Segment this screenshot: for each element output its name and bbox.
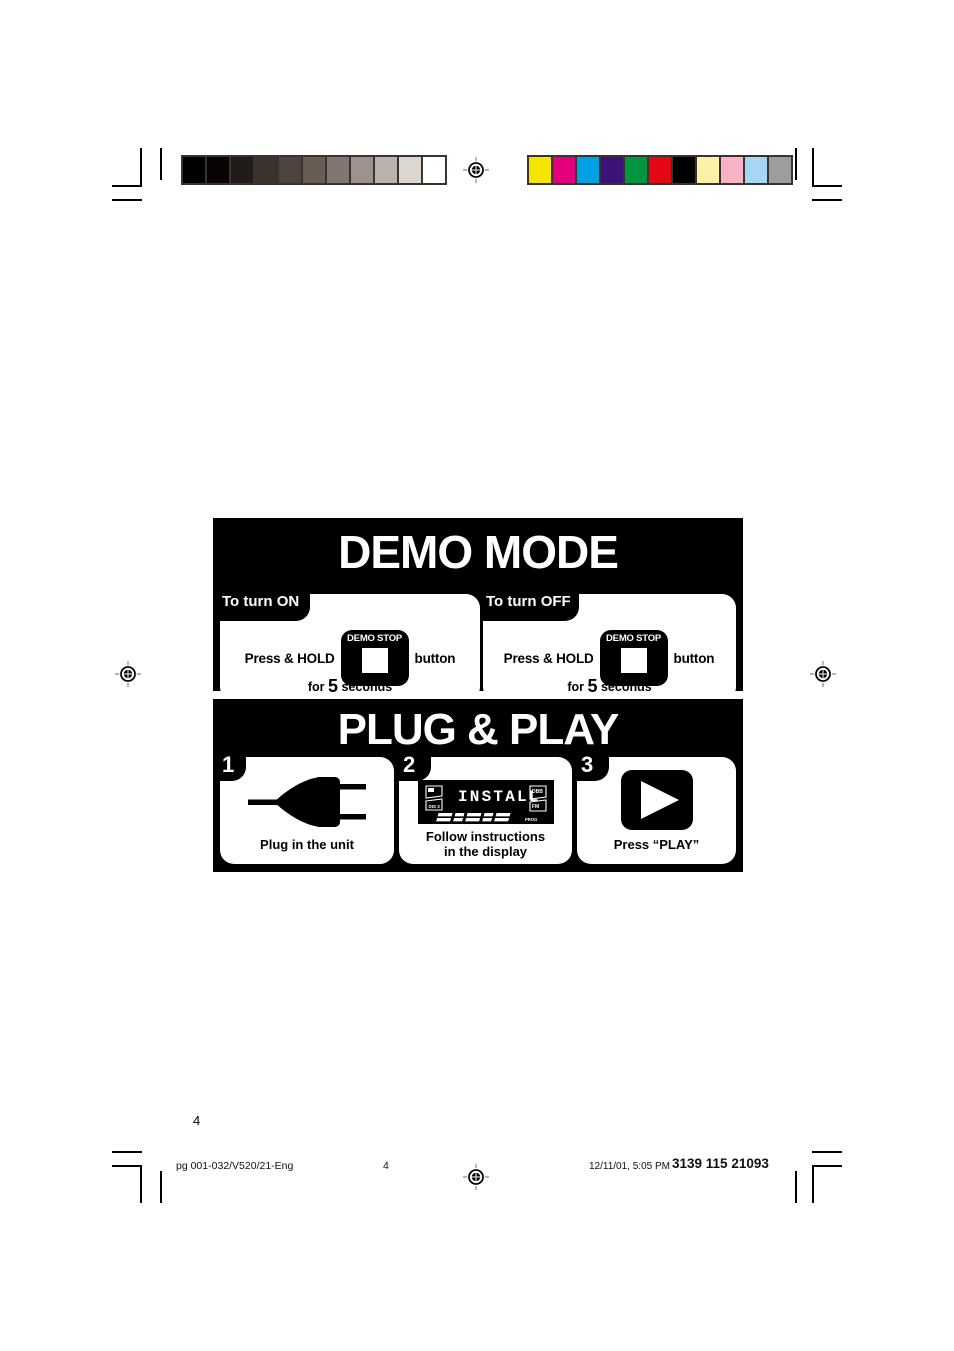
- svg-text:PROG: PROG: [525, 817, 537, 822]
- demo-mode-off-label: To turn OFF: [486, 593, 571, 610]
- registration-target-top: [463, 157, 489, 183]
- crop-mark-bottom-right-horizontal-outer: [812, 1151, 842, 1153]
- plug-and-play-step-3-art: [577, 769, 736, 835]
- plug-and-play-step-2-art: DIS 3 INSTALL DBB FM SHUF PROG: [399, 779, 572, 825]
- demo-mode-on-label: To turn ON: [222, 593, 300, 610]
- demo-mode-on-duration-suffix: seconds: [341, 680, 393, 694]
- grayscale-calibration-strip: [181, 155, 447, 185]
- grayscale-swatch: [351, 157, 373, 183]
- demo-mode-block: DEMO MODE To turn ON Press & HOLD DEMO S…: [213, 518, 743, 701]
- demo-mode-panel-off: To turn OFF Press & HOLD DEMO STOP butto…: [482, 587, 736, 701]
- demo-stop-button-glyph: [361, 647, 388, 673]
- color-swatch: [769, 157, 791, 183]
- demo-mode-title: DEMO MODE: [338, 526, 619, 578]
- plug-and-play-step-2-caption: Follow instructions in the display: [399, 829, 572, 860]
- plug-and-play-step-2-caption-line2: in the display: [443, 843, 528, 859]
- crop-mark-bottom-left-vertical-outer: [160, 1171, 162, 1203]
- plug-and-play-step-2: 2 DIS 3 INSTALL DBB FM SHUF PROG Follow …: [398, 750, 572, 864]
- grayscale-swatch: [303, 157, 325, 183]
- demo-stop-button-label: DEMO STOP: [606, 633, 662, 644]
- crop-mark-top-left-vertical-outer: [160, 148, 162, 180]
- plug-and-play-step-1-caption: Plug in the unit: [220, 837, 394, 853]
- demo-mode-on-press-suffix: button: [414, 650, 456, 666]
- footer-page-marker: 4: [383, 1160, 389, 1172]
- plug-and-play-step-1-number: 1: [222, 752, 235, 777]
- crop-mark-bottom-right-vertical-outer: [795, 1171, 797, 1203]
- plug-and-play-step-3-caption: Press “PLAY”: [577, 837, 736, 853]
- plug-and-play-step-3: 3 Press “PLAY”: [576, 750, 736, 864]
- demo-mode-off-press-suffix: button: [673, 650, 715, 666]
- plug-and-play-step-3-caption-line1: Press “PLAY”: [613, 837, 700, 852]
- demo-mode-off-duration-prefix: for: [567, 680, 584, 694]
- color-swatch: [745, 157, 767, 183]
- crop-mark-top-right-horizontal: [812, 185, 842, 187]
- power-plug-icon: [248, 775, 366, 834]
- crop-mark-bottom-left-vertical: [140, 1165, 142, 1203]
- crop-mark-top-right-horizontal-outer: [812, 199, 842, 201]
- color-swatch: [529, 157, 551, 183]
- svg-text:FM: FM: [532, 804, 539, 810]
- page-number: 4: [193, 1113, 201, 1128]
- plug-and-play-title: PLUG & PLAY: [337, 705, 620, 754]
- grayscale-swatch: [231, 157, 253, 183]
- grayscale-swatch: [279, 157, 301, 183]
- plug-and-play-block: PLUG & PLAY 1 Plug in the unit 2 DIS 3 I…: [213, 699, 743, 872]
- registration-target-right: [810, 661, 836, 687]
- svg-text:DBB: DBB: [532, 789, 543, 795]
- svg-text:DIS 3: DIS 3: [428, 804, 440, 809]
- demo-mode-on-duration: for 5 seconds: [220, 677, 480, 695]
- footer-timestamp: 12/11/01, 5:05 PM: [589, 1161, 670, 1172]
- demo-mode-panel-on: To turn ON Press & HOLD DEMO STOP button…: [213, 587, 480, 701]
- plug-and-play-step-2-caption-line1: Follow instructions: [425, 829, 546, 844]
- demo-mode-off-press-prefix: Press & HOLD: [503, 650, 594, 666]
- color-swatch: [601, 157, 623, 183]
- demo-mode-on-duration-prefix: for: [307, 680, 325, 694]
- demo-mode-on-press-prefix: Press & HOLD: [244, 650, 335, 666]
- color-swatch: [721, 157, 743, 183]
- play-triangle-icon: [620, 769, 693, 835]
- color-swatch: [625, 157, 647, 183]
- registration-target-left: [115, 661, 141, 687]
- crop-mark-top-right-vertical: [812, 148, 814, 186]
- crop-mark-bottom-right-horizontal: [812, 1165, 842, 1167]
- crop-mark-top-left-horizontal: [112, 185, 142, 187]
- lcd-display-icon: DIS 3 INSTALL DBB FM SHUF PROG: [417, 780, 554, 824]
- color-swatch: [673, 157, 695, 183]
- svg-text:SHUF: SHUF: [437, 817, 449, 822]
- crop-mark-top-left-horizontal-outer: [112, 199, 142, 201]
- svg-text:INSTALL: INSTALL: [458, 788, 541, 806]
- crop-mark-bottom-left-horizontal-outer: [112, 1151, 142, 1153]
- grayscale-swatch: [255, 157, 277, 183]
- plug-and-play-step-1-caption-line1: Plug in the unit: [260, 837, 354, 852]
- demo-stop-button-glyph: [620, 647, 647, 673]
- registration-target-bottom: [463, 1164, 489, 1190]
- footer-file-ref: pg 001-032/V520/21-Eng: [176, 1160, 294, 1172]
- grayscale-swatch: [375, 157, 397, 183]
- demo-mode-off-duration-suffix: seconds: [600, 680, 652, 694]
- grayscale-swatch: [183, 157, 205, 183]
- grayscale-swatch: [327, 157, 349, 183]
- crop-mark-top-left-vertical: [140, 148, 142, 186]
- demo-mode-off-duration: for 5 seconds: [483, 677, 736, 695]
- crop-mark-bottom-left-horizontal: [112, 1165, 142, 1167]
- demo-stop-button-label: DEMO STOP: [347, 633, 403, 644]
- color-swatch: [649, 157, 671, 183]
- color-swatch: [697, 157, 719, 183]
- plug-and-play-step-1: 1 Plug in the unit: [213, 750, 394, 864]
- color-swatch: [553, 157, 575, 183]
- grayscale-swatch: [207, 157, 229, 183]
- grayscale-swatch: [423, 157, 445, 183]
- demo-mode-on-duration-value: 5: [327, 676, 338, 696]
- footer-doc-code: 3139 115 21093: [672, 1156, 769, 1171]
- plug-and-play-step-2-number: 2: [403, 752, 416, 777]
- crop-mark-top-right-vertical-outer: [795, 148, 797, 180]
- crop-mark-bottom-right-vertical: [812, 1165, 814, 1203]
- color-swatch: [577, 157, 599, 183]
- plug-and-play-step-1-art: [220, 775, 394, 833]
- color-calibration-strip: [527, 155, 793, 185]
- grayscale-swatch: [399, 157, 421, 183]
- demo-mode-off-duration-value: 5: [587, 676, 598, 696]
